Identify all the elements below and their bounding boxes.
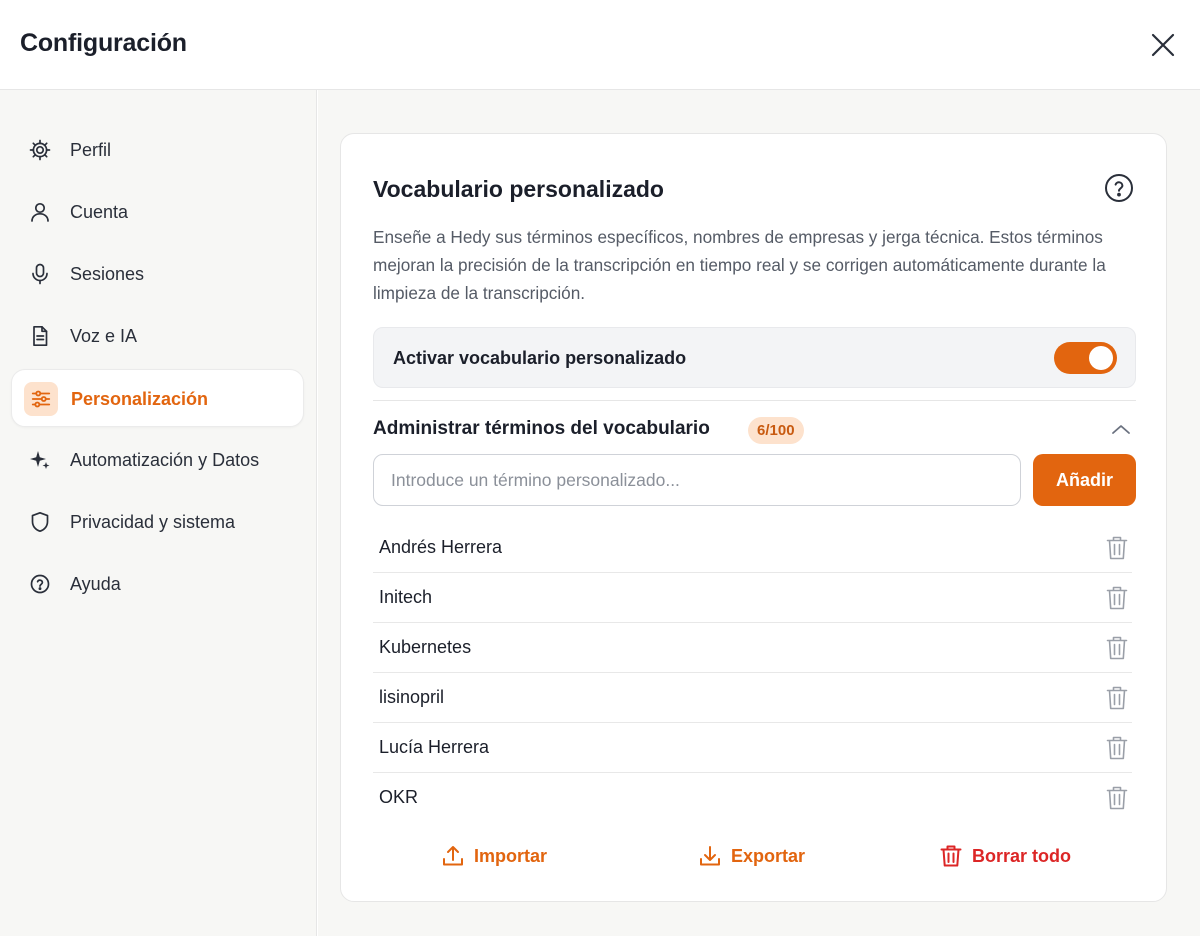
vocabulary-term-row: Kubernetes — [373, 623, 1132, 673]
trash-icon[interactable] — [1105, 585, 1129, 611]
sidebar-item-label: Sesiones — [70, 264, 145, 284]
sidebar-item-voz-ia[interactable]: Voz e IA — [11, 307, 304, 365]
settings-sidebar: Perfil Cuenta Sesiones Voz e IA Personal… — [0, 90, 317, 936]
sidebar-item-automatizacion[interactable]: Automatización y Datos — [11, 431, 304, 489]
sidebar-item-cuenta[interactable]: Cuenta — [11, 183, 304, 241]
enable-vocabulary-toggle[interactable] — [1054, 342, 1117, 374]
sidebar-item-ayuda[interactable]: Ayuda — [11, 555, 304, 613]
custom-term-input[interactable] — [373, 454, 1021, 506]
vocabulary-term-text: Kubernetes — [379, 637, 472, 657]
upload-icon — [443, 846, 463, 866]
settings-content: Vocabulario personalizado Enseñe a Hedy … — [318, 90, 1200, 936]
enable-vocabulary-row: Activar vocabulario personalizado — [373, 327, 1136, 388]
vocabulary-term-text: Lucía Herrera — [379, 737, 490, 757]
chevron-up-icon[interactable] — [1109, 418, 1133, 442]
shield-icon — [23, 505, 57, 539]
vocabulary-term-row: Lucía Herrera — [373, 723, 1132, 773]
term-count-badge: 6/100 — [748, 417, 804, 444]
vocabulary-term-row: OKR — [373, 773, 1132, 823]
custom-vocabulary-card: Vocabulario personalizado Enseñe a Hedy … — [340, 133, 1167, 902]
sidebar-item-label: Cuenta — [70, 202, 129, 222]
help-icon[interactable] — [1103, 172, 1135, 204]
microphone-icon — [23, 257, 57, 291]
sidebar-item-label: Voz e IA — [70, 326, 138, 346]
section-description: Enseñe a Hedy sus términos específicos, … — [373, 227, 1106, 303]
trash-icon[interactable] — [1105, 535, 1129, 561]
section-title: Vocabulario personalizado — [373, 176, 664, 202]
gear-icon — [23, 133, 57, 167]
sidebar-item-label: Personalización — [71, 389, 209, 409]
user-icon — [23, 195, 57, 229]
export-label: Exportar — [731, 845, 806, 866]
document-icon — [23, 319, 57, 353]
trash-icon — [940, 845, 962, 867]
vocabulary-term-text: OKR — [379, 787, 419, 807]
settings-header: Configuración — [0, 0, 1200, 90]
add-term-button[interactable]: Añadir — [1033, 454, 1136, 506]
trash-icon[interactable] — [1105, 685, 1129, 711]
close-icon[interactable] — [1146, 28, 1180, 62]
vocabulary-term-text: Andrés Herrera — [379, 537, 503, 557]
vocabulary-term-text: Initech — [379, 587, 433, 607]
help-circle-icon — [23, 567, 57, 601]
sparkles-icon — [23, 443, 57, 477]
vocabulary-term-row: lisinopril — [373, 673, 1132, 723]
sidebar-item-privacidad[interactable]: Privacidad y sistema — [11, 493, 304, 551]
divider — [373, 400, 1136, 401]
vocabulary-term-row: Initech — [373, 573, 1132, 623]
sidebar-item-perfil[interactable]: Perfil — [11, 121, 304, 179]
manage-terms-title: Administrar términos del vocabulario — [373, 418, 710, 439]
trash-icon[interactable] — [1105, 785, 1129, 811]
trash-icon[interactable] — [1105, 735, 1129, 761]
clear-all-label: Borrar todo — [972, 845, 1071, 866]
import-label: Importar — [474, 845, 548, 866]
sliders-icon — [24, 382, 58, 416]
clear-all-button[interactable]: Borrar todo — [938, 841, 1071, 871]
toggle-knob — [1089, 346, 1113, 370]
sidebar-item-label: Privacidad y sistema — [70, 512, 236, 532]
download-icon — [700, 846, 720, 866]
sidebar-item-sesiones[interactable]: Sesiones — [11, 245, 304, 303]
page-title: Configuración — [20, 29, 187, 57]
sidebar-item-personalizacion[interactable]: Personalización — [11, 369, 304, 427]
sidebar-item-label: Automatización y Datos — [70, 450, 260, 470]
trash-icon[interactable] — [1105, 635, 1129, 661]
sidebar-item-label: Perfil — [70, 140, 112, 160]
vocabulary-term-row: Andrés Herrera — [373, 523, 1132, 573]
toggle-label: Activar vocabulario personalizado — [393, 348, 687, 368]
export-button[interactable]: Exportar — [697, 841, 805, 871]
import-button[interactable]: Importar — [440, 841, 547, 871]
vocabulary-term-text: lisinopril — [379, 687, 445, 707]
sidebar-item-label: Ayuda — [70, 574, 121, 594]
